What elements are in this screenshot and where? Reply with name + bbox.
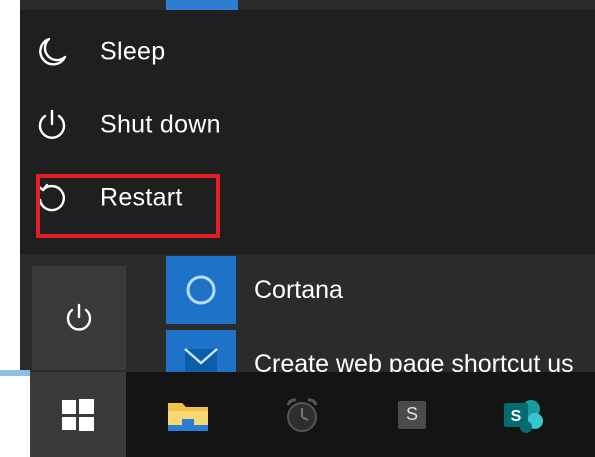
power-icon	[34, 107, 70, 143]
moon-icon	[34, 34, 70, 70]
desktop-screen: Sleep Shut down Restart Cortana Create w…	[0, 0, 595, 457]
sharepoint-icon: S	[504, 399, 543, 433]
windows-icon	[62, 398, 94, 431]
alarms-clock-button[interactable]	[254, 372, 350, 457]
app-name-cortana: Cortana	[254, 276, 343, 304]
shut-down-label: Shut down	[100, 110, 221, 139]
app-item-cortana[interactable]: Cortana	[166, 256, 595, 324]
shut-down-item[interactable]: Shut down	[0, 93, 575, 157]
sleep-item[interactable]: Sleep	[0, 20, 575, 84]
s-icon: S	[398, 400, 426, 429]
power-icon	[66, 303, 92, 331]
folder-icon	[168, 402, 208, 431]
power-button[interactable]	[32, 266, 126, 370]
app-name-create-web-page-shortcut: Create web page shortcut us	[254, 350, 574, 372]
restart-highlight-box	[36, 174, 220, 238]
app-item-create-web-page-shortcut[interactable]: Create web page shortcut us	[166, 330, 595, 372]
taskbar: S S	[30, 372, 595, 457]
alarm-clock-icon	[286, 397, 318, 432]
cortana-icon	[166, 256, 236, 324]
taskbar-accent	[0, 370, 30, 376]
sharepoint-button[interactable]: S	[476, 372, 572, 457]
sharepoint-letter: S	[511, 408, 522, 425]
start-button[interactable]	[30, 372, 126, 457]
s-app-label: S	[405, 404, 418, 424]
tile-partial[interactable]	[166, 0, 238, 10]
file-explorer-button[interactable]	[140, 372, 236, 457]
s-app-button[interactable]: S	[364, 372, 460, 457]
mail-icon	[166, 330, 236, 372]
sleep-label: Sleep	[100, 37, 166, 66]
